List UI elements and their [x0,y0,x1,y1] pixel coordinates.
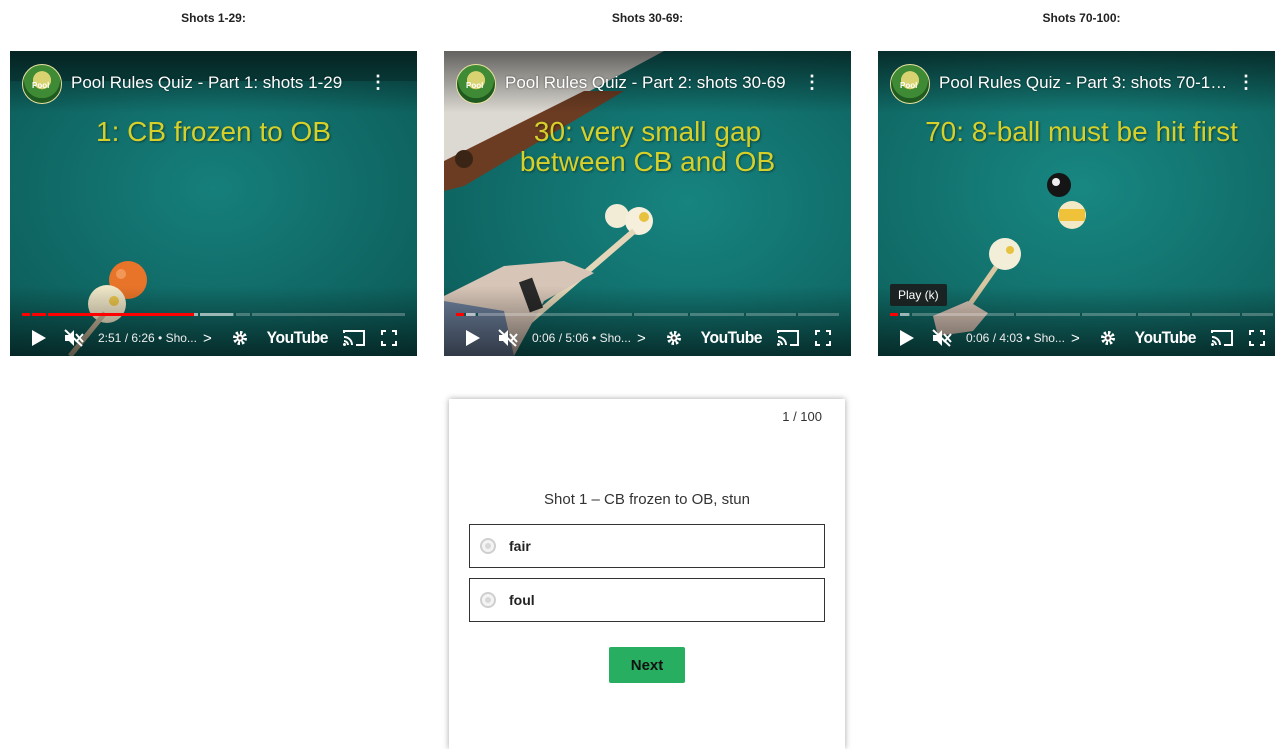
youtube-logo[interactable]: YouTube [701,328,763,348]
play-icon [32,330,46,346]
play-tooltip: Play (k) [890,284,947,306]
progress-played [456,313,464,316]
fullscreen-button[interactable] [815,330,831,346]
cast-button[interactable] [1211,330,1233,346]
channel-logo[interactable]: Pool [22,64,62,104]
progress-bar[interactable] [22,313,405,316]
progress-bar[interactable] [456,313,839,316]
progress-played [890,313,898,316]
chapter-marker [744,313,746,316]
column-heading-1: Shots 1-29: [181,11,246,25]
settings-button[interactable] [1100,330,1116,346]
fullscreen-button[interactable] [1249,330,1265,346]
column-heading-2: Shots 30-69: [611,11,684,25]
chapter-marker [30,313,32,316]
chapter-marker [1080,313,1082,316]
radio-button[interactable] [480,592,496,608]
more-vert-icon[interactable]: ⋮ [1237,73,1255,91]
play-button[interactable] [32,330,46,346]
video-title[interactable]: Pool Rules Quiz - Part 3: shots 70-100 [939,73,1229,93]
time-display: 2:51 / 6:26 • Sho... [98,331,197,345]
more-vert-icon[interactable]: ⋮ [369,73,387,91]
video-title[interactable]: Pool Rules Quiz - Part 1: shots 1-29 [71,73,361,93]
mute-button[interactable] [498,329,518,347]
video-caption-overlay: 70: 8-ball must be hit first [925,116,1238,147]
gear-icon [233,331,248,345]
play-icon [900,330,914,346]
cast-icon [343,330,365,346]
mute-button[interactable] [932,329,952,347]
chapter-marker [198,313,200,316]
video-caption-overlay: 30: very small gap between CB and OB [519,116,776,177]
video-caption-overlay: 1: CB frozen to OB [96,116,331,147]
option-label: fair [509,538,531,554]
chapter-chevron-icon[interactable]: > [1071,330,1080,347]
settings-button[interactable] [232,330,248,346]
fullscreen-icon [381,330,397,346]
fullscreen-button[interactable] [381,330,397,346]
quiz-card: 1 / 100 Shot 1 – CB frozen to OB, stun f… [449,399,845,749]
chapter-marker [46,313,48,316]
settings-button[interactable] [666,330,682,346]
fullscreen-icon [1249,330,1265,346]
chapter-marker [1240,313,1242,316]
chapter-chevron-icon[interactable]: > [637,330,646,347]
option-label: foul [509,592,535,608]
option-fair[interactable]: fair [469,524,825,568]
player-controls: 2:51 / 6:26 • Sho... > YouTube [10,320,417,356]
mute-icon [498,329,518,347]
player-controls: 0:06 / 4:03 • Sho... > YouTube [878,320,1275,356]
progress-bar[interactable] [890,313,1273,316]
time-display: 0:06 / 4:03 • Sho... [966,331,1065,345]
fullscreen-icon [815,330,831,346]
time-display: 0:06 / 5:06 • Sho... [532,331,631,345]
chapter-marker [464,313,466,316]
channel-logo[interactable]: Pool [456,64,496,104]
gear-icon [1101,331,1116,345]
question-text: Shot 1 – CB frozen to OB, stun [544,491,750,508]
chapter-marker [1014,313,1016,316]
mute-button[interactable] [64,329,84,347]
column-heading-3: Shots 70-100: [1042,11,1121,25]
chapter-marker [234,313,236,316]
chapter-marker [910,313,912,316]
question-counter: 1 / 100 [782,409,822,424]
chapter-marker [898,313,900,316]
chapter-marker [1190,313,1192,316]
chapter-marker [476,313,478,316]
youtube-logo[interactable]: YouTube [1135,328,1197,348]
video-player-part-1[interactable]: Pool Pool Rules Quiz - Part 1: shots 1-2… [10,51,417,356]
cast-icon [1211,330,1233,346]
cast-icon [777,330,799,346]
cast-button[interactable] [343,330,365,346]
mute-icon [64,329,84,347]
video-player-part-3[interactable]: Pool Pool Rules Quiz - Part 3: shots 70-… [878,51,1275,356]
mute-icon [932,329,952,347]
video-title[interactable]: Pool Rules Quiz - Part 2: shots 30-69 [505,73,795,93]
next-button[interactable]: Next [609,647,685,683]
more-vert-icon[interactable]: ⋮ [803,73,821,91]
player-controls: 0:06 / 5:06 • Sho... > YouTube [444,320,851,356]
play-button[interactable] [466,330,480,346]
channel-logo[interactable]: Pool [890,64,930,104]
video-player-part-2[interactable]: Pool Pool Rules Quiz - Part 2: shots 30-… [444,51,851,356]
radio-button[interactable] [480,538,496,554]
play-icon [466,330,480,346]
cast-button[interactable] [777,330,799,346]
chapter-marker [688,313,690,316]
chapter-marker [632,313,634,316]
chapter-chevron-icon[interactable]: > [203,330,212,347]
youtube-logo[interactable]: YouTube [267,328,329,348]
gear-icon [667,331,682,345]
play-button[interactable] [900,330,914,346]
chapter-marker [796,313,798,316]
option-foul[interactable]: foul [469,578,825,622]
chapter-marker [1136,313,1138,316]
chapter-marker [250,313,252,316]
